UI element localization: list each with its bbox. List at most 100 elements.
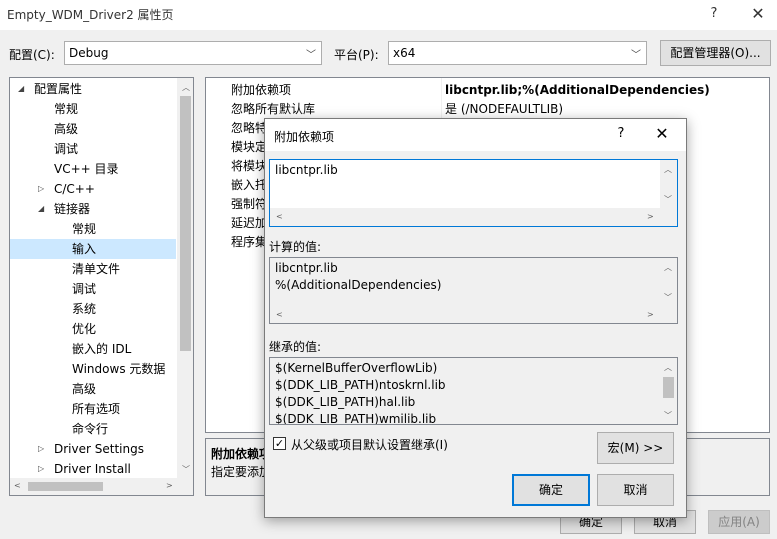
tree-item-label: 输入: [72, 242, 97, 256]
scroll-up-icon[interactable]: ︿: [664, 362, 672, 373]
tree-item-label: 嵌入的 IDL: [72, 342, 132, 356]
inherited-values-label: 继承的值:: [269, 340, 322, 354]
computed-values-box: libcntpr.lib %(AdditionalDependencies) ︿ …: [269, 257, 678, 324]
tree-horizontal-scroll-thumb[interactable]: [28, 482, 103, 491]
tree-item-label: 高级: [72, 382, 97, 396]
apply-button[interactable]: 应用(A): [708, 510, 770, 534]
property-name: 强制符: [231, 197, 268, 211]
close-button[interactable]: ✕: [744, 3, 772, 25]
tree-item[interactable]: ▷ Driver Settings: [10, 439, 176, 459]
dialog-help-button[interactable]: ?: [611, 126, 631, 141]
expanded-arrow-icon[interactable]: ◢: [38, 199, 44, 219]
scroll-down-icon[interactable]: ﹀: [664, 410, 672, 421]
description-text: 指定要添加: [211, 465, 272, 479]
tree-item[interactable]: ▷ Driver Install: [10, 459, 176, 479]
chevron-down-icon: ﹀: [631, 50, 641, 61]
inherited-value-line: $(DDK_LIB_PATH)hal.lib: [275, 395, 416, 409]
tree-item[interactable]: 优化: [10, 319, 176, 339]
tree-item-label: 清单文件: [72, 262, 121, 276]
property-name: 模块定: [231, 140, 268, 154]
inherit-checkbox-label[interactable]: 从父级或项目默认设置继承(I): [291, 436, 448, 453]
description-title: 附加依赖项: [211, 447, 272, 461]
dialog-close-button[interactable]: ✕: [651, 124, 673, 143]
tree-item-label: 链接器: [54, 202, 91, 216]
inherited-value-line: $(DDK_LIB_PATH)wmilib.lib: [275, 412, 437, 425]
tree-item[interactable]: 高级: [10, 379, 176, 399]
dialog-title: 附加依赖项: [274, 130, 335, 144]
computed-values-label: 计算的值:: [269, 240, 322, 254]
platform-select[interactable]: x64 ﹀: [388, 41, 647, 65]
tree-vertical-scroll-thumb[interactable]: [180, 96, 191, 351]
property-value: libcntpr.lib;%(AdditionalDependencies): [445, 83, 710, 97]
scroll-right-icon[interactable]: >: [647, 310, 654, 319]
scroll-left-icon[interactable]: <: [14, 481, 21, 490]
platform-select-value: x64: [393, 46, 416, 60]
tree-item[interactable]: 输入: [10, 239, 176, 259]
tree-item[interactable]: ▷ C/C++: [10, 179, 176, 199]
dialog-ok-button[interactable]: 确定: [512, 474, 590, 506]
dialog-cancel-button[interactable]: 取消: [597, 474, 674, 506]
tree-item-label: 所有选项: [72, 402, 121, 416]
tree-item-label: 调试: [72, 282, 97, 296]
property-tree[interactable]: ◢ 配置属性 常规 高级 调试 VC++ 目录 ▷ C/C++ ◢ 链接器 常规 输入 清单文件 调试 系统…: [9, 77, 194, 496]
tree-item[interactable]: 清单文件: [10, 259, 176, 279]
collapsed-arrow-icon[interactable]: ▷: [38, 459, 44, 479]
tree-item[interactable]: 调试: [10, 139, 176, 159]
tree-item-label: 调试: [54, 142, 79, 156]
additional-dependencies-dialog: 附加依赖项 ? ✕ libcntpr.lib ︿ ﹀ < > 计算的值: lib…: [264, 118, 687, 518]
expanded-arrow-icon[interactable]: ◢: [18, 79, 24, 99]
tree-item-label: Driver Settings: [54, 442, 144, 456]
tree-item[interactable]: 所有选项: [10, 399, 176, 419]
inherited-scroll-thumb[interactable]: [663, 377, 674, 398]
inherited-value-line: $(KernelBufferOverflowLib): [275, 361, 438, 375]
tree-item-label: 配置属性: [34, 82, 83, 96]
property-name: 延迟加: [231, 216, 268, 230]
property-name: 忽略所有默认库: [231, 102, 316, 116]
property-name: 附加依赖项: [231, 83, 292, 97]
config-manager-button[interactable]: 配置管理器(O)...: [660, 40, 771, 66]
inherited-value-line: $(DDK_LIB_PATH)ntoskrnl.lib: [275, 378, 446, 392]
tree-item[interactable]: 嵌入的 IDL: [10, 339, 176, 359]
tree-item-label: VC++ 目录: [54, 162, 119, 176]
collapsed-arrow-icon[interactable]: ▷: [38, 179, 44, 199]
scroll-left-icon[interactable]: <: [276, 310, 283, 319]
computed-value-line: libcntpr.lib: [275, 261, 338, 275]
inherit-checkbox[interactable]: ✓: [273, 437, 286, 450]
tree-item[interactable]: 常规: [10, 99, 176, 119]
config-select[interactable]: Debug ﹀: [64, 41, 322, 65]
tree-item[interactable]: 命令行: [10, 419, 176, 439]
scroll-right-icon[interactable]: >: [166, 481, 173, 490]
tree-item[interactable]: Windows 元数据: [10, 359, 176, 379]
property-row[interactable]: 忽略所有默认库 是 (/NODEFAULTLIB): [206, 100, 769, 119]
scroll-up-icon[interactable]: ︿: [664, 164, 672, 175]
scroll-down-icon[interactable]: ﹀: [664, 194, 672, 205]
platform-label: 平台(P):: [334, 48, 379, 62]
tree-item[interactable]: ◢ 配置属性: [10, 79, 176, 99]
collapsed-arrow-icon[interactable]: ▷: [38, 439, 44, 459]
scroll-down-icon[interactable]: ﹀: [664, 292, 672, 303]
scroll-up-icon[interactable]: ︿: [182, 82, 190, 93]
checkmark-icon: ✓: [274, 437, 285, 450]
tree-item-label: 常规: [72, 222, 97, 236]
tree-item[interactable]: 常规: [10, 219, 176, 239]
config-label: 配置(C):: [9, 48, 55, 62]
chevron-down-icon: ﹀: [306, 50, 316, 61]
property-row[interactable]: 附加依赖项 libcntpr.lib;%(AdditionalDependenci…: [206, 81, 769, 100]
tree-item-label: 常规: [54, 102, 79, 116]
help-button[interactable]: ?: [702, 3, 726, 25]
input-horizontal-scrollbar[interactable]: [270, 208, 677, 226]
tree-item[interactable]: 调试: [10, 279, 176, 299]
scroll-up-icon[interactable]: ︿: [664, 262, 672, 273]
property-name: 嵌入托: [231, 178, 268, 192]
tree-item[interactable]: 系统: [10, 299, 176, 319]
tree-item[interactable]: ◢ 链接器: [10, 199, 176, 219]
scroll-right-icon[interactable]: >: [647, 212, 654, 221]
tree-item[interactable]: 高级: [10, 119, 176, 139]
tree-item-label: C/C++: [54, 182, 95, 196]
macro-button[interactable]: 宏(M) >>: [597, 432, 674, 464]
window-title: Empty_WDM_Driver2 属性页: [7, 8, 174, 22]
dependencies-input[interactable]: libcntpr.lib ︿ ﹀ < >: [269, 159, 678, 227]
tree-item[interactable]: VC++ 目录: [10, 159, 176, 179]
scroll-left-icon[interactable]: <: [276, 212, 283, 221]
scroll-down-icon[interactable]: ﹀: [182, 464, 190, 475]
